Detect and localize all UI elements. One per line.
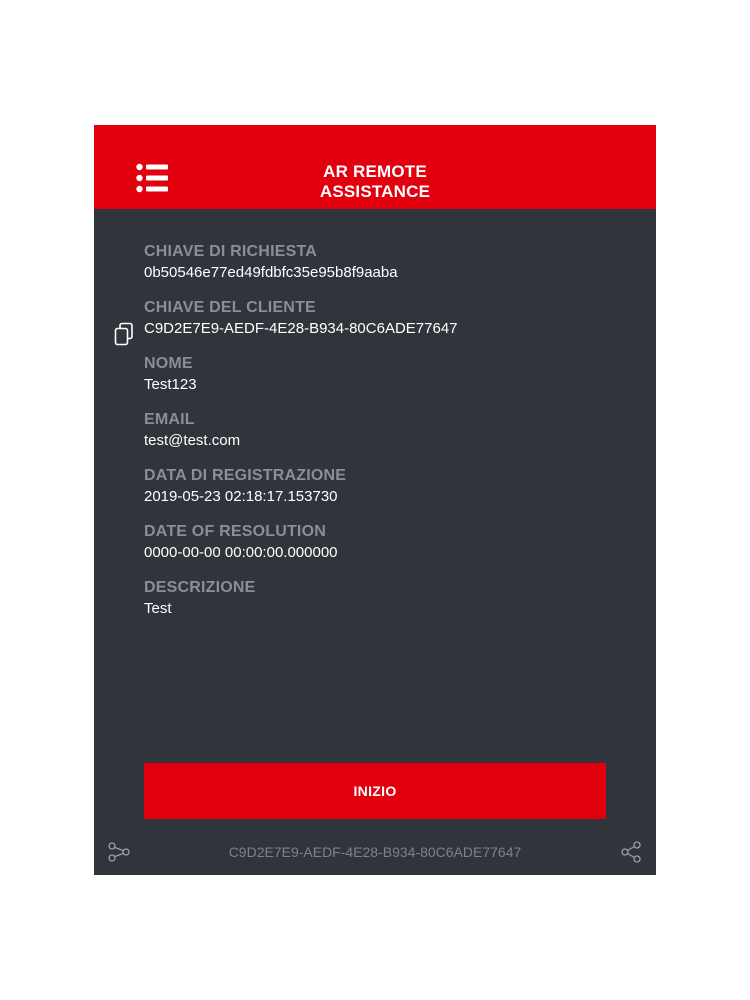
share-button[interactable]: [620, 841, 642, 863]
field-value: test@test.com: [144, 432, 241, 449]
field-request-key: CHIAVE DI RICHIESTA 0b50546e77ed49fdbfc3…: [144, 242, 624, 298]
app-title-line1: AR REMOTE: [323, 162, 427, 181]
menu-button[interactable]: [136, 163, 170, 193]
field-label: CHIAVE DI RICHIESTA: [144, 243, 317, 260]
field-value: C9D2E7E9-AEDF-4E28-B934-80C6ADE77647: [144, 320, 458, 337]
field-value: Test123: [144, 376, 197, 393]
copy-icon: [114, 322, 133, 346]
start-button[interactable]: INIZIO: [144, 763, 606, 819]
header-bar: AR REMOTE ASSISTANCE: [94, 125, 656, 209]
share-icon: [621, 841, 641, 863]
field-description: DESCRIZIONE Test: [144, 578, 624, 634]
copy-client-key-button[interactable]: [114, 322, 134, 346]
field-label: EMAIL: [144, 411, 195, 428]
field-label: CHIAVE DEL CLIENTE: [144, 299, 316, 316]
field-value: 2019-05-23 02:18:17.153730: [144, 488, 338, 505]
field-value: 0000-00-00 00:00:00.000000: [144, 544, 338, 561]
app-title: AR REMOTE ASSISTANCE: [214, 162, 536, 202]
field-resolution-date: DATE OF RESOLUTION 0000-00-00 00:00:00.0…: [144, 522, 624, 578]
app-title-line2: ASSISTANCE: [319, 182, 431, 201]
field-value: 0b50546e77ed49fdbfc35e95b8f9aaba: [144, 264, 398, 281]
app-window: AR REMOTE ASSISTANCE CHIAVE DI RICHIESTA…: [94, 125, 656, 875]
field-label: NOME: [144, 355, 193, 372]
field-label: DESCRIZIONE: [144, 579, 256, 596]
field-value: Test: [144, 600, 172, 617]
footer-client-id: C9D2E7E9-AEDF-4E28-B934-80C6ADE77647: [228, 844, 522, 860]
field-email: EMAIL test@test.com: [144, 410, 624, 466]
field-registration-date: DATA DI REGISTRAZIONE 2019-05-23 02:18:1…: [144, 466, 624, 522]
field-name: NOME Test123: [144, 354, 624, 410]
field-client-key: CHIAVE DEL CLIENTE C9D2E7E9-AEDF-4E28-B9…: [114, 298, 624, 354]
connect-icon: [108, 842, 130, 862]
footer-bar: C9D2E7E9-AEDF-4E28-B934-80C6ADE77647: [94, 839, 656, 865]
field-label: DATA DI REGISTRAZIONE: [144, 467, 347, 484]
connect-button[interactable]: [108, 841, 130, 863]
request-details: CHIAVE DI RICHIESTA 0b50546e77ed49fdbfc3…: [114, 242, 624, 634]
field-label: DATE OF RESOLUTION: [144, 523, 326, 540]
menu-list-icon: [136, 163, 168, 193]
